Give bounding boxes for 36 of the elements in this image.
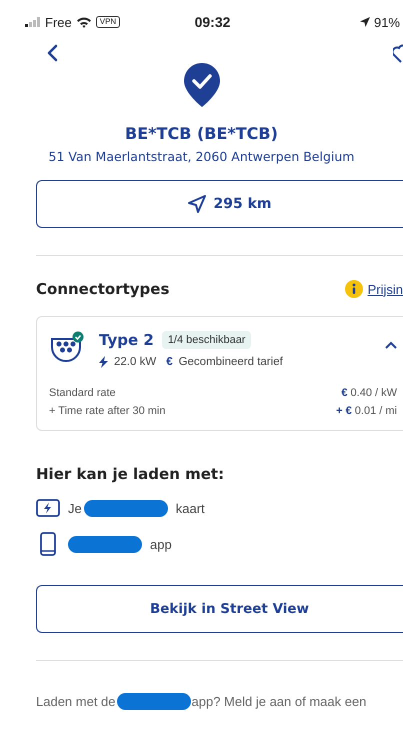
rate-price: + € 0.01 / mi bbox=[336, 404, 397, 419]
connector-type: Type 2 bbox=[99, 331, 154, 349]
availability-badge: 1/4 beschikbaar bbox=[162, 331, 252, 349]
signal-icon bbox=[25, 17, 41, 27]
connector-plug-icon bbox=[49, 331, 85, 365]
method-label: kaart bbox=[176, 500, 205, 516]
charge-card-icon bbox=[36, 499, 60, 517]
chevron-up-icon[interactable] bbox=[385, 341, 397, 349]
footer-text: Laden met de bbox=[36, 694, 116, 709]
info-icon bbox=[344, 280, 363, 298]
rate-label: Standard rate bbox=[49, 386, 116, 401]
method-label: app bbox=[150, 536, 172, 552]
rate-price: € 0.40 / kW bbox=[341, 386, 397, 401]
lightning-icon bbox=[99, 356, 108, 368]
station-address: 51 Van Maerlantstraat, 2060 Antwerpen Belgium bbox=[48, 149, 354, 164]
pricing-link[interactable]: Prijsin bbox=[368, 282, 403, 296]
euro-sign: € bbox=[166, 356, 173, 368]
footer-text: app? Meld je aan of maak een bbox=[192, 694, 366, 709]
street-view-button[interactable]: Bekijk in Street View bbox=[36, 585, 403, 633]
power-rating: 22.0 kW bbox=[114, 356, 156, 368]
section-title: Hier kan je laden met: bbox=[35, 465, 226, 483]
tariff-label: Gecombineerd tarief bbox=[178, 356, 283, 368]
status-time: 09:32 bbox=[194, 14, 230, 30]
station-name: BE*TCB (BE*TCB) bbox=[125, 124, 278, 143]
battery-percentage: 91% bbox=[374, 14, 400, 30]
method-label: Je bbox=[68, 500, 82, 516]
location-pin-icon bbox=[182, 62, 220, 108]
vpn-badge: VPN bbox=[96, 16, 120, 28]
wifi-icon bbox=[76, 16, 92, 28]
distance-button[interactable]: 295 km bbox=[36, 180, 403, 228]
rate-label: + Time rate after 30 min bbox=[49, 404, 166, 419]
navigation-icon bbox=[188, 195, 206, 213]
location-arrow-icon bbox=[360, 17, 370, 27]
section-title: Connectortypes bbox=[36, 280, 170, 298]
carrier-name: Free bbox=[45, 14, 72, 30]
back-icon[interactable] bbox=[46, 44, 58, 62]
